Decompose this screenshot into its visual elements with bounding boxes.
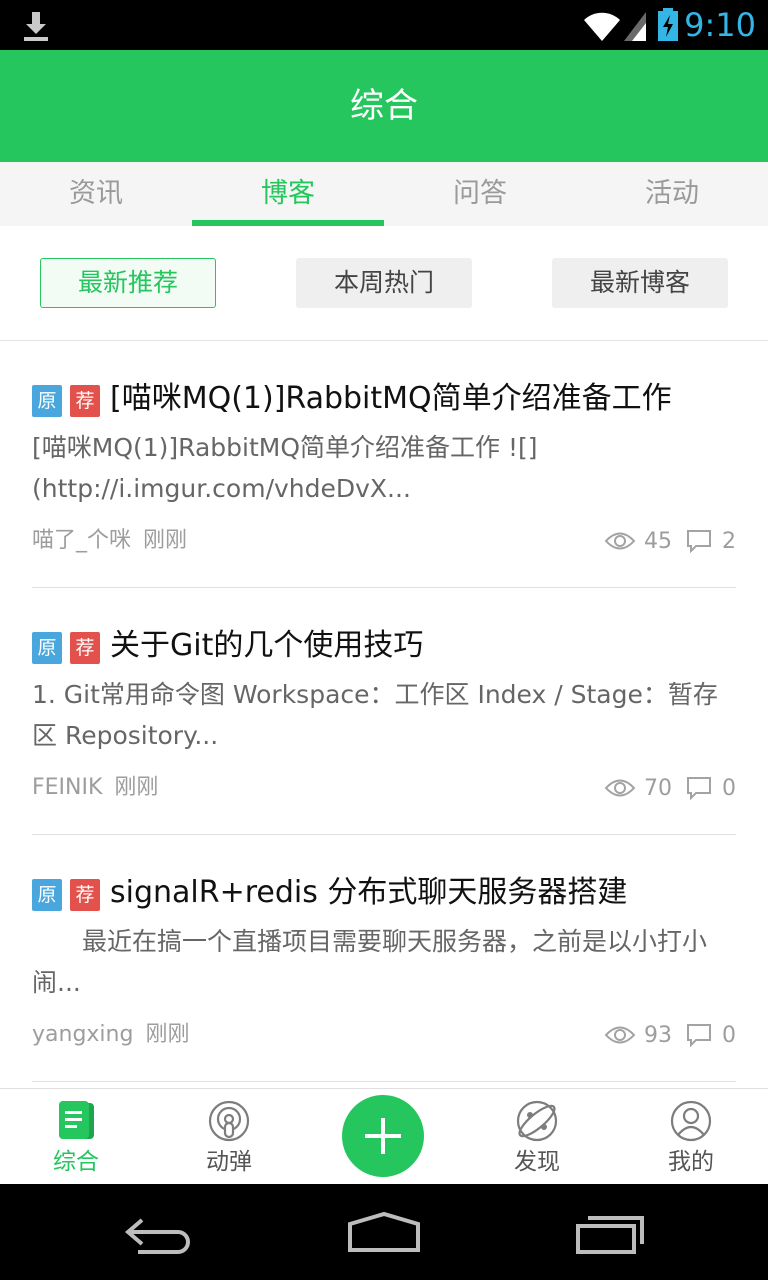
app-bar: 综合: [0, 50, 768, 162]
comment-icon: [687, 1024, 711, 1047]
comment-count: 0: [722, 1022, 736, 1048]
tab-events[interactable]: 活动: [576, 162, 768, 226]
status-clock: 9:10: [684, 6, 756, 44]
comment-count: 0: [722, 775, 736, 801]
post-meta: 喵了_个咪 刚刚: [32, 525, 187, 557]
post-time: 刚刚: [145, 1022, 190, 1047]
tab-news[interactable]: 资讯: [0, 162, 192, 226]
recent-apps-icon[interactable]: [574, 1212, 646, 1256]
back-icon[interactable]: [124, 1214, 196, 1254]
post-author: FEINIK: [32, 775, 103, 800]
post-title: [喵咪MQ(1)]RabbitMQ简单介绍准备工作: [110, 381, 672, 416]
post-summary: 最近在搞一个直播项目需要聊天服务器，之前是以小打小闹...: [32, 927, 708, 997]
post-summary: 1. Git常用命令图 Workspace：工作区 Index / Stage：…: [32, 680, 718, 750]
filter-latest-recommended-button[interactable]: 最新推荐: [40, 258, 216, 308]
original-badge: 原: [32, 385, 62, 417]
filter-bar: 最新推荐 本周热门 最新博客: [0, 226, 768, 341]
filter-weekly-hot-button[interactable]: 本周热门: [296, 258, 472, 308]
profile-icon: [670, 1100, 712, 1142]
category-tabs: 资讯 博客 问答 活动: [0, 162, 768, 226]
blog-list: 原 荐 [喵咪MQ(1)]RabbitMQ简单介绍准备工作 [喵咪MQ(1)]R…: [0, 341, 768, 1088]
post-title: signalR+redis 分布式聊天服务器搭建: [110, 875, 628, 910]
post-title: 关于Git的几个使用技巧: [110, 628, 424, 663]
post-stats: 93 0: [604, 1017, 736, 1053]
discover-icon: [516, 1100, 558, 1142]
nav-profile[interactable]: 我的: [636, 1089, 746, 1185]
post-stats: 70 0: [604, 770, 736, 806]
post-time: 刚刚: [114, 775, 159, 800]
eye-icon: [604, 532, 636, 550]
post-author: yangxing: [32, 1022, 134, 1047]
home-icon[interactable]: [346, 1210, 422, 1254]
status-bar: 9:10: [0, 0, 768, 50]
post-stats: 45 2: [604, 523, 736, 559]
view-count: 93: [644, 1022, 672, 1048]
tab-blog[interactable]: 博客: [192, 162, 384, 226]
tab-qa[interactable]: 问答: [384, 162, 576, 226]
battery-icon: [658, 8, 678, 41]
nav-tweets-label: 动弹: [206, 1149, 252, 1175]
tweet-icon: [208, 1100, 250, 1142]
recommended-badge: 荐: [70, 385, 100, 417]
system-navigation-bar: [0, 1184, 768, 1280]
comment-count: 2: [722, 528, 736, 554]
add-post-button[interactable]: [342, 1095, 424, 1177]
list-item[interactable]: 原 荐 signalR+redis 分布式聊天服务器搭建 最近在搞一个直播项目需…: [32, 835, 736, 1082]
original-badge: 原: [32, 879, 62, 911]
nav-home[interactable]: 综合: [21, 1089, 131, 1185]
list-item[interactable]: 原 荐 [喵咪MQ(1)]RabbitMQ简单介绍准备工作 [喵咪MQ(1)]R…: [32, 341, 736, 588]
filter-latest-blogs-button[interactable]: 最新博客: [552, 258, 728, 308]
view-count: 70: [644, 775, 672, 801]
wifi-signal-icon: [584, 12, 646, 42]
plus-icon: [365, 1118, 401, 1154]
eye-icon: [604, 779, 636, 797]
post-meta: FEINIK 刚刚: [32, 772, 158, 804]
eye-icon: [604, 1026, 636, 1044]
list-item[interactable]: 原 荐 关于Git的几个使用技巧 1. Git常用命令图 Workspace：工…: [32, 588, 736, 835]
nav-home-label: 综合: [53, 1149, 99, 1175]
post-summary: [喵咪MQ(1)]RabbitMQ简单介绍准备工作 ![](http://i.i…: [32, 433, 538, 503]
nav-profile-label: 我的: [668, 1149, 714, 1175]
original-badge: 原: [32, 632, 62, 664]
post-time: 刚刚: [143, 528, 188, 553]
download-icon: [24, 12, 48, 41]
view-count: 45: [644, 528, 672, 554]
recommended-badge: 荐: [70, 879, 100, 911]
post-author: 喵了_个咪: [32, 528, 132, 553]
nav-discover[interactable]: 发现: [482, 1089, 592, 1185]
news-icon: [59, 1101, 94, 1139]
comment-icon: [687, 530, 711, 553]
post-meta: yangxing 刚刚: [32, 1019, 189, 1051]
comment-icon: [687, 777, 711, 800]
nav-tweets[interactable]: 动弹: [174, 1089, 284, 1185]
nav-discover-label: 发现: [514, 1149, 560, 1175]
page-title: 综合: [350, 86, 418, 126]
bottom-navigation: 综合 动弹 发现 我的: [0, 1088, 768, 1185]
recommended-badge: 荐: [70, 632, 100, 664]
